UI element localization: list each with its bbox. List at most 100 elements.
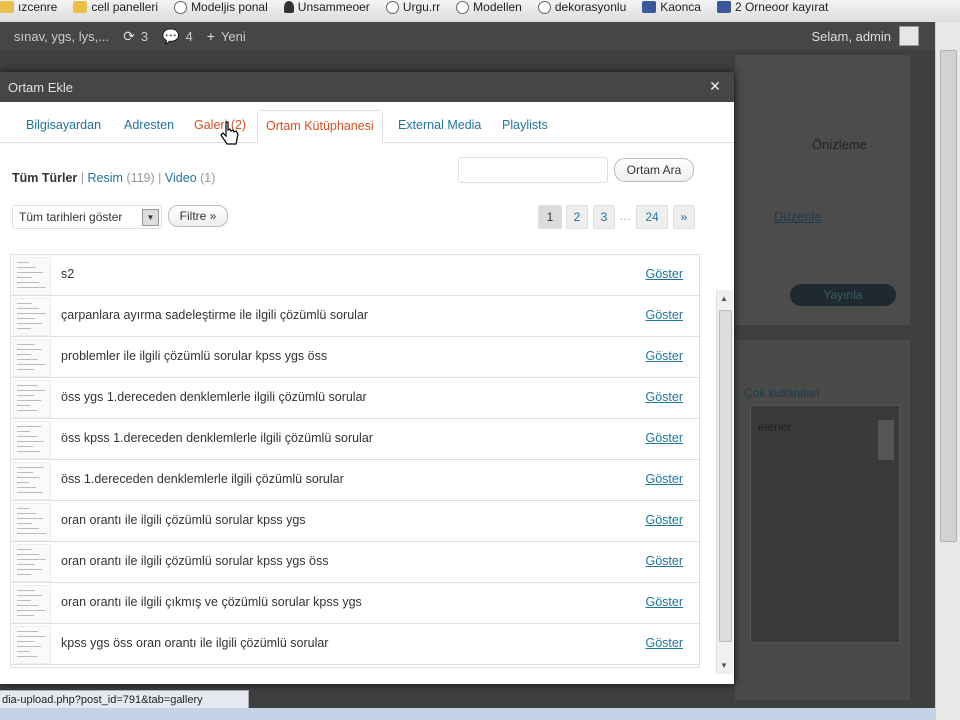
filter-all[interactable]: Tüm Türler	[12, 171, 77, 185]
page-last[interactable]: 24	[636, 205, 668, 229]
filter-image-count: (119)	[126, 171, 155, 185]
filter-video[interactable]: Video	[165, 171, 197, 185]
bookmark-label: ızcenre	[18, 0, 58, 14]
media-thumbnail	[13, 421, 51, 459]
show-link[interactable]: Göster	[645, 636, 683, 650]
updates-count: 3	[140, 28, 149, 44]
comments-count: 4	[185, 28, 193, 44]
tab-url[interactable]: Adresten	[124, 118, 174, 132]
show-link[interactable]: Göster	[645, 554, 683, 568]
search-media-button[interactable]: Ortam Ara	[614, 158, 694, 182]
comments-link[interactable]: 💬 4	[162, 28, 193, 45]
filter-separator: |	[158, 171, 162, 185]
media-thumbnail	[13, 257, 51, 295]
media-title: kpss ygs öss oran orantı ile ilgili çözü…	[61, 636, 329, 650]
media-row: oran orantı ile ilgili çözümlü sorular k…	[11, 501, 699, 542]
media-title: oran orantı ile ilgili çözümlü sorular k…	[61, 513, 306, 527]
show-link[interactable]: Göster	[645, 513, 683, 527]
facebook-icon	[716, 1, 731, 13]
media-thumbnail	[13, 503, 51, 541]
publish-button: Yayınla	[790, 284, 896, 306]
bookmark-label: Modeljis ponal	[191, 0, 268, 14]
page-ellipsis: …	[619, 209, 631, 223]
media-title: öss kpss 1.dereceden denklemlerle ilgili…	[61, 431, 373, 445]
filter-image[interactable]: Resim	[88, 171, 123, 185]
tab-media-library[interactable]: Ortam Kütüphanesi	[257, 110, 383, 143]
plus-icon: +	[206, 28, 215, 44]
media-search-input[interactable]	[458, 157, 608, 183]
media-title: s2	[61, 267, 75, 281]
media-thumbnail	[13, 462, 51, 500]
bookmark-label: dekorasyonlu	[554, 0, 627, 14]
globe-icon	[385, 0, 399, 14]
bookmark-item[interactable]: dekorasyonlu	[537, 0, 627, 14]
filter-separator: |	[80, 171, 85, 185]
globe-icon	[456, 0, 470, 14]
bookmark-item[interactable]: cell panelleri	[73, 0, 158, 14]
media-title: problemler ile ilgili çözümlü sorular kp…	[61, 349, 328, 363]
modal-scrollbar[interactable]: ▲ ▼	[716, 290, 733, 674]
globe-icon	[174, 0, 188, 14]
new-label: Yeni	[220, 28, 246, 44]
media-thumbnail	[13, 585, 51, 623]
show-link[interactable]: Göster	[645, 472, 683, 486]
show-link[interactable]: Göster	[645, 390, 683, 404]
media-thumbnail	[13, 544, 51, 582]
new-content-link[interactable]: + Yeni	[207, 28, 246, 44]
updates-link[interactable]: ⟳ 3	[123, 28, 148, 45]
tab-computer[interactable]: Bilgisayardan	[26, 118, 101, 132]
media-title: oran orantı ile ilgili çözümlü sorular k…	[61, 554, 329, 568]
modal-header: Ortam Ekle ✕	[0, 72, 734, 102]
media-row: öss kpss 1.dereceden denklemlerle ilgili…	[11, 419, 699, 460]
avatar	[899, 26, 919, 46]
page-2[interactable]: 2	[566, 205, 588, 229]
bookmark-item[interactable]: Urgu.rr	[385, 0, 441, 14]
scroll-up-icon[interactable]: ▲	[720, 294, 728, 303]
modal-scroll-thumb[interactable]	[719, 310, 732, 642]
filter-video-count: (1)	[200, 171, 216, 185]
window-scroll-thumb[interactable]	[940, 50, 957, 542]
window-scrollbar[interactable]	[935, 22, 960, 720]
media-title: öss ygs 1.dereceden denklemlerle ilgili …	[61, 390, 367, 404]
scroll-down-icon[interactable]: ▼	[720, 661, 728, 670]
category-label: elerler	[758, 420, 792, 434]
media-thumbnail	[13, 298, 51, 336]
tab-playlists[interactable]: Playlists	[502, 118, 548, 132]
bookmark-item[interactable]: Unsammeoer	[283, 0, 370, 14]
show-link[interactable]: Göster	[645, 431, 683, 445]
account-menu[interactable]: Selam, admin	[812, 22, 919, 50]
close-icon[interactable]: ✕	[708, 79, 722, 93]
tab-external-media[interactable]: External Media	[398, 118, 481, 132]
page-3[interactable]: 3	[593, 205, 615, 229]
bookmark-item[interactable]: 2 Orneoor kayırat	[716, 0, 829, 14]
taskbar	[0, 708, 935, 720]
media-list: s2 Göster çarpanlara ayırma sadeleştirme i…	[10, 254, 700, 668]
media-thumbnail	[13, 626, 51, 664]
date-filter-select[interactable]: Tüm tarihleri göster ▼	[12, 205, 162, 229]
folder-icon	[0, 1, 14, 13]
show-link[interactable]: Göster	[645, 308, 683, 322]
site-name: sınav, ygs, lys,...	[14, 28, 110, 44]
media-row: kpss ygs öss oran orantı ile ilgili çözü…	[11, 624, 699, 665]
bookmark-label: 2 Orneoor kayırat	[734, 0, 829, 14]
site-name-link[interactable]: sınav, ygs, lys,...	[14, 29, 109, 44]
media-row: problemler ile ilgili çözümlü sorular kp…	[11, 337, 699, 378]
page-next[interactable]: »	[673, 205, 695, 229]
bookmark-item[interactable]: ızcenre	[0, 0, 57, 14]
filter-button[interactable]: Filtre »	[168, 205, 228, 227]
show-link[interactable]: Göster	[645, 267, 683, 281]
show-link[interactable]: Göster	[645, 349, 683, 363]
bookmark-label: Urgu.rr	[402, 0, 441, 14]
page-1[interactable]: 1	[538, 205, 562, 229]
bookmark-item[interactable]: Modellen	[456, 0, 522, 14]
media-thumbnail	[13, 380, 51, 418]
bookmark-item[interactable]: Modeljis ponal	[174, 0, 268, 14]
date-filter-value: Tüm tarihleri göster	[19, 210, 123, 224]
edit-link: Düzenle	[774, 209, 822, 224]
media-row: s2 Göster	[11, 255, 699, 296]
facebook-icon	[642, 1, 657, 13]
show-link[interactable]: Göster	[645, 595, 683, 609]
bookmark-item[interactable]: Kaonca	[642, 0, 701, 14]
media-row: oran orantı ile ilgili çıkmış ve çözümlü…	[11, 583, 699, 624]
bookmark-label: Unsammeoer	[297, 0, 370, 14]
